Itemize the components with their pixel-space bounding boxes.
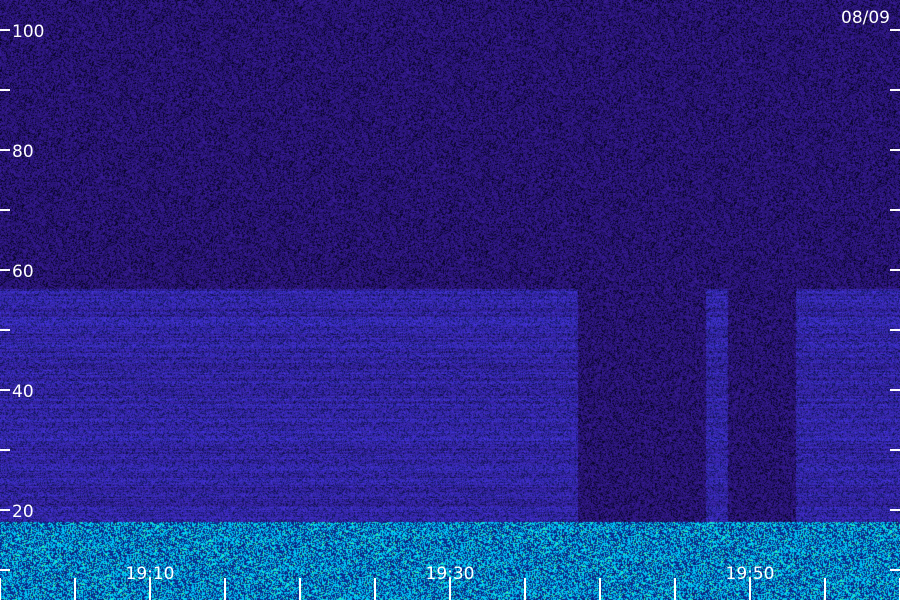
y-tick-label: 20 [12, 502, 34, 522]
x-tick-label: 19:10 [126, 564, 175, 584]
chart-overlay: 100 80 60 40 20 19:10 19:30 19:50 08/09 [0, 8, 900, 600]
x-axis-ticks: 19:10 19:30 19:50 [0, 564, 900, 600]
y-tick-label: 80 [12, 142, 34, 162]
y-axis-ticks: 100 80 60 40 20 [0, 22, 900, 571]
date-label: 08/09 [841, 8, 890, 28]
x-tick-label: 19:30 [426, 564, 475, 584]
y-tick-label: 60 [12, 262, 34, 282]
y-tick-label: 100 [12, 22, 44, 42]
y-tick-label: 40 [12, 382, 34, 402]
x-tick-label: 19:50 [726, 564, 775, 584]
